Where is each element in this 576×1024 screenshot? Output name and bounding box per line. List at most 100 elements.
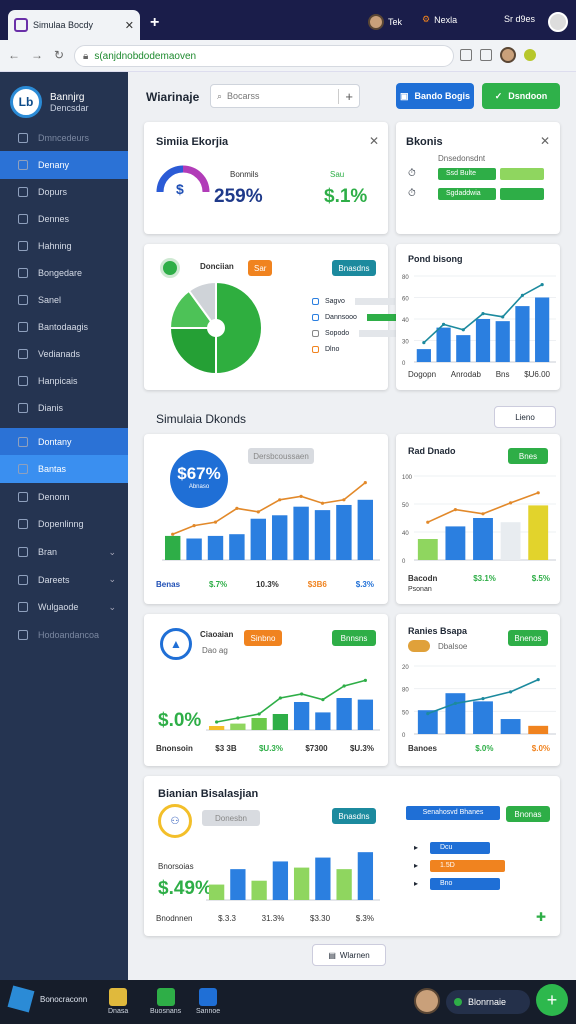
forward-icon[interactable]: → — [31, 48, 43, 62]
hbar: Dcu — [430, 842, 490, 854]
sidebar-item[interactable]: Denonn — [0, 483, 128, 511]
close-icon[interactable]: ✕ — [369, 134, 379, 148]
start-button[interactable]: Bonocraconn — [7, 985, 87, 1013]
taskbar-item[interactable]: Sannoe — [196, 988, 220, 1015]
menu-icon — [18, 403, 28, 413]
action-button[interactable]: Bnonas — [506, 806, 550, 822]
chevron-down-icon: ⌄ — [108, 601, 116, 612]
sidebar-item[interactable]: Bran ⌄ — [0, 538, 128, 566]
badge: Sar — [248, 260, 273, 276]
bar — [475, 319, 491, 362]
sidebar-item[interactable]: Bongedare — [0, 259, 128, 287]
sidebar-item[interactable]: Denany — [0, 151, 128, 179]
action-button[interactable]: Bnenos — [508, 630, 548, 646]
hbar: 1.5D — [430, 860, 505, 872]
check-icon: ✓ — [494, 90, 503, 101]
legend-swatch — [312, 314, 319, 321]
bar — [357, 499, 374, 560]
action-button[interactable]: Bnnsns — [332, 630, 376, 646]
secondary-button[interactable]: ✓ Dsndoon — [482, 83, 560, 109]
sidebar-item[interactable]: Vedianads — [0, 340, 128, 368]
back-icon[interactable]: ← — [8, 48, 20, 62]
load-more-button[interactable]: ▤ Wlarnen — [312, 944, 386, 966]
sidebar-item[interactable]: Wulgaode ⌄ — [0, 593, 128, 621]
extension-icon[interactable] — [524, 49, 536, 61]
lock-icon: 🔒︎ — [83, 50, 89, 62]
reload-icon[interactable]: ↻ — [54, 48, 64, 62]
sidebar-item[interactable]: Dopurs — [0, 178, 128, 206]
menu-icon — [18, 160, 28, 170]
menu-icon — [18, 133, 28, 143]
clock-icon: ⏱ — [408, 168, 416, 179]
taskbar-item[interactable]: Buosnans — [150, 988, 181, 1015]
trend-point — [501, 315, 505, 319]
sidebar-item[interactable]: Dennes — [0, 205, 128, 233]
brand-line1: Bannjrg — [50, 91, 85, 103]
hbar: Bno — [430, 878, 500, 890]
sidebar-item[interactable]: Bantas — [0, 455, 128, 484]
sidebar: Lb Bannjrg Dencsdar Dmncedeurs Denany Dopur… — [0, 72, 128, 980]
sidebar-item[interactable]: Sanel — [0, 286, 128, 314]
sidebar-item[interactable]: Hanpicais — [0, 367, 128, 395]
bar — [251, 880, 267, 900]
kpi-sub: Bnorsoias — [158, 862, 194, 871]
new-tab-icon[interactable]: + — [150, 14, 159, 32]
action-button[interactable]: Bnes — [508, 448, 548, 464]
bar — [164, 535, 181, 560]
status-chip[interactable]: Blonrnaie — [446, 990, 530, 1014]
browser-tab[interactable]: Simulaa Bocdy ✕ — [8, 10, 140, 40]
progress-card: Bkonis ✕ Dnsedonsdnt ⏱ ⏱ Ssd Bulte Sgdad… — [396, 122, 560, 234]
action-button[interactable]: Bnasdns — [332, 260, 376, 276]
chart-label: Ciaoaian — [200, 630, 234, 639]
search-icon: ⌕ — [217, 90, 223, 101]
sidebar-item[interactable]: Dmncedeurs — [0, 124, 128, 152]
user-avatar[interactable] — [548, 12, 568, 32]
bar — [357, 699, 374, 730]
url-field[interactable]: 🔒︎ s(anjdnobdodemaoven — [74, 45, 454, 67]
menu-icon — [18, 519, 28, 530]
user-avatar[interactable] — [414, 988, 440, 1014]
site-favicon-icon — [14, 18, 28, 32]
sidebar-item[interactable]: Dareets ⌄ — [0, 566, 128, 594]
add-button[interactable]: + — [536, 984, 568, 1016]
profile-avatar[interactable] — [500, 47, 516, 63]
bookmark-icon[interactable] — [480, 49, 492, 61]
chart-icon: ▲ — [160, 628, 192, 660]
add-icon[interactable]: + — [338, 88, 353, 104]
filter-pill[interactable]: Donesbn — [202, 810, 260, 826]
screenshot-icon[interactable] — [460, 49, 472, 61]
sidebar-item[interactable]: Dianis — [0, 394, 128, 422]
close-tab-icon[interactable]: ✕ — [125, 19, 134, 32]
trend-point — [363, 678, 367, 682]
account-chip[interactable]: Sr d9es — [504, 14, 535, 24]
card-title: Ranies Bsapa — [408, 626, 468, 636]
sidebar-item[interactable]: Dopenlinng — [0, 510, 128, 538]
progress-row: Sgdaddwia — [438, 188, 544, 200]
sidebar-item[interactable]: Bantodaagis — [0, 313, 128, 341]
progress-label: Ssd Bulte — [438, 168, 496, 180]
bar — [473, 518, 493, 560]
profile-chip[interactable]: Tek — [368, 14, 402, 30]
extension-chip[interactable]: ⚙ Nexla — [422, 14, 457, 25]
kpi2-label: Sau — [330, 170, 345, 179]
close-icon[interactable]: ✕ — [540, 134, 550, 148]
bar — [436, 327, 451, 362]
trend-point — [215, 720, 219, 724]
trend-point — [461, 328, 465, 332]
browser-tab-bar: Simulaa Bocdy ✕ + Tek ⚙ Nexla Sr d9es — [0, 0, 576, 42]
bar — [207, 535, 224, 560]
taskbar-item[interactable]: Dnasa — [108, 988, 128, 1015]
sidebar-item[interactable]: Hodoandancoa — [0, 621, 128, 649]
trend-point — [256, 510, 260, 514]
trend-point — [481, 312, 485, 316]
action-button[interactable]: Bnasdns — [332, 808, 376, 824]
section-button[interactable]: Lieno — [494, 406, 556, 428]
sidebar-item[interactable]: Hahning — [0, 232, 128, 260]
tab-title: Simulaa Bocdy — [33, 20, 94, 30]
primary-button[interactable]: ▣ Bando Bogis — [396, 83, 474, 109]
bar — [208, 726, 225, 730]
trend-point — [300, 692, 304, 696]
search-input[interactable]: ⌕ Bocarss + — [210, 84, 360, 108]
sidebar-item[interactable]: Dontany — [0, 427, 128, 456]
legend-bar — [354, 298, 395, 305]
